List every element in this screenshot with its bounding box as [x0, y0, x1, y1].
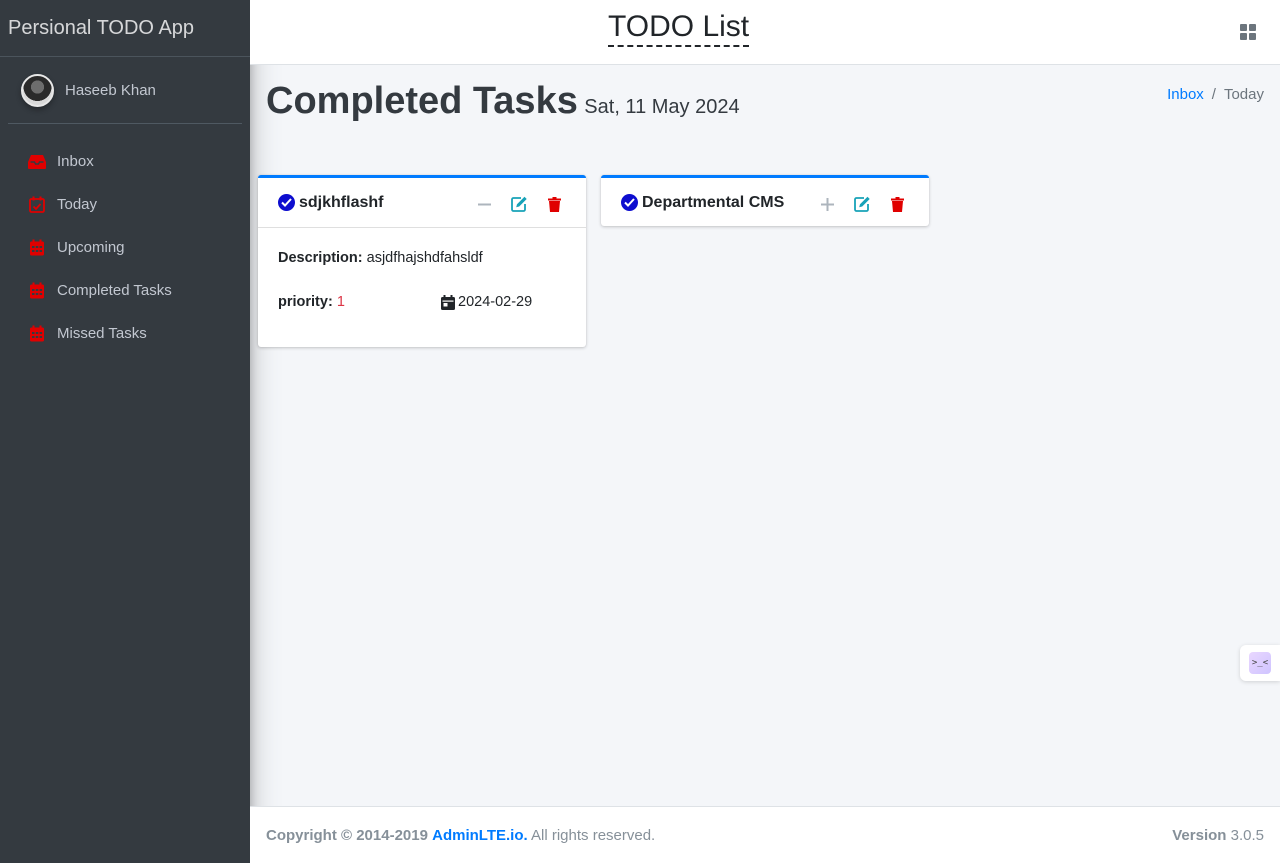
card-title: sdjkhflashf [278, 194, 383, 212]
sidebar-item-label: Upcoming [57, 239, 125, 256]
edit-button[interactable] [845, 192, 880, 216]
card-tools [467, 192, 572, 216]
task-title: sdjkhflashf [299, 193, 384, 211]
copyright: Copyright © 2014-2019 AdminLTE.io. All r… [266, 827, 655, 844]
priority-label: priority: [278, 294, 333, 310]
card-title: Departmental CMS [621, 194, 784, 212]
edit-icon [854, 196, 870, 212]
description-label: Description: [278, 250, 363, 266]
version: Version 3.0.5 [1172, 827, 1264, 844]
rights-text: All rights reserved. [531, 826, 656, 844]
calendar-check-icon [28, 196, 46, 214]
trash-icon [891, 196, 904, 212]
calendar-icon [28, 239, 46, 257]
expand-button[interactable] [810, 192, 845, 216]
card-header: sdjkhflashf [258, 178, 586, 227]
delete-button[interactable] [537, 192, 572, 216]
edit-button[interactable] [502, 192, 537, 216]
priority-row: priority: 1 2024-02-29 [278, 294, 566, 310]
copyright-text: Copyright © 2014-2019 [266, 826, 428, 844]
content-header: Completed Tasks Sat, 11 May 2024 Inbox /… [266, 80, 1264, 123]
page-title: Completed Tasks [266, 80, 578, 122]
task-card: sdjkhflashf Description: asjdfhajshdfahs… [258, 175, 586, 347]
grid-icon[interactable] [1240, 24, 1256, 40]
task-title: Departmental CMS [642, 193, 785, 211]
sidebar-nav: Inbox Today Upcoming Completed Tasks Mis… [0, 140, 250, 355]
version-value: 3.0.5 [1230, 826, 1264, 844]
description-value: asjdfhajshdfahsldf [366, 250, 483, 266]
edit-icon [511, 196, 527, 212]
sidebar-item-completed-tasks[interactable]: Completed Tasks [8, 269, 242, 312]
adminlte-link[interactable]: AdminLTE.io. [432, 827, 528, 844]
brand-link[interactable]: Persional TODO App [0, 0, 250, 57]
version-label: Version [1172, 826, 1227, 844]
card-header: Departmental CMS [601, 178, 929, 227]
calendar-icon [28, 282, 46, 300]
sidebar-item-label: Today [57, 196, 98, 213]
sidebar: Persional TODO App Haseeb Khan Inbox Tod… [0, 0, 250, 863]
description-row: Description: asjdfhajshdfahsldf [278, 250, 566, 266]
footer: Copyright © 2014-2019 AdminLTE.io. All r… [250, 806, 1280, 863]
due-date: 2024-02-29 [441, 294, 532, 310]
check-circle-icon [278, 194, 295, 211]
sidebar-item-label: Completed Tasks [57, 282, 172, 299]
plus-icon [821, 197, 834, 211]
card-body: Description: asjdfhajshdfahsldf priority… [258, 227, 586, 330]
avatar [21, 73, 54, 107]
user-panel[interactable]: Haseeb Khan [8, 57, 242, 124]
sidebar-item-upcoming[interactable]: Upcoming [8, 226, 242, 269]
trash-icon [548, 196, 561, 212]
breadcrumb-link-inbox[interactable]: Inbox [1167, 86, 1204, 103]
floating-widget-button[interactable]: >_< [1240, 645, 1280, 681]
top-navbar: TODO List [250, 0, 1280, 65]
check-circle-icon [621, 194, 638, 211]
priority-value: 1 [336, 294, 345, 310]
collapse-button[interactable] [467, 192, 502, 216]
delete-button[interactable] [880, 192, 915, 216]
task-card: Departmental CMS [601, 175, 929, 226]
calendar-icon [441, 294, 455, 310]
inbox-icon [28, 153, 46, 171]
sidebar-item-missed-tasks[interactable]: Missed Tasks [8, 312, 242, 355]
sidebar-item-label: Missed Tasks [57, 325, 147, 342]
sidebar-item-inbox[interactable]: Inbox [8, 140, 242, 183]
widget-icon: >_< [1249, 652, 1271, 674]
user-name: Haseeb Khan [65, 81, 156, 99]
page-date: Sat, 11 May 2024 [584, 96, 740, 118]
breadcrumb: Inbox / Today [1167, 86, 1264, 103]
sidebar-item-label: Inbox [57, 153, 94, 170]
brand-text: Persional TODO App [8, 16, 195, 39]
breadcrumb-separator: / [1211, 86, 1216, 103]
calendar-icon [28, 325, 46, 343]
navbar-title: TODO List [608, 10, 750, 47]
card-tools [810, 192, 915, 216]
sidebar-item-today[interactable]: Today [8, 183, 242, 226]
due-date-value: 2024-02-29 [458, 294, 533, 310]
minus-icon [478, 203, 491, 205]
breadcrumb-active: Today [1223, 86, 1264, 103]
